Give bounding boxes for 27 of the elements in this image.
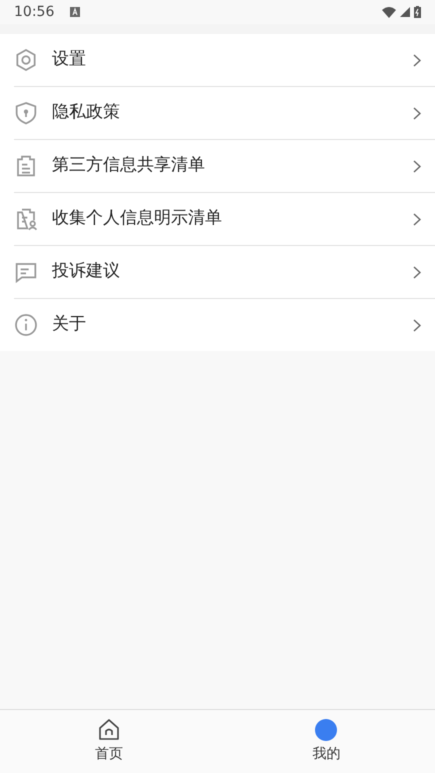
tab[interactable]: 我的 <box>218 710 435 773</box>
clipboard-person-icon <box>14 207 38 231</box>
settings-icon <box>14 48 38 72</box>
chevron-right-icon <box>413 318 421 332</box>
menu-item[interactable]: 第三方信息共享清单 <box>0 140 435 192</box>
tab[interactable]: 首页 <box>0 710 218 773</box>
chevron-right-icon <box>413 106 421 120</box>
home-icon <box>96 718 121 742</box>
shield-icon <box>14 101 38 125</box>
chevron-right-icon <box>413 212 421 226</box>
chevron-right-icon <box>413 54 421 66</box>
menu-item[interactable]: 收集个人信息明示清单 <box>0 193 435 245</box>
chevron-right-icon <box>413 266 421 278</box>
menu-item[interactable]: 设置 <box>0 34 435 86</box>
info-icon <box>14 313 38 337</box>
menu-item[interactable]: 隐私政策 <box>0 87 435 139</box>
battery-icon <box>414 6 421 18</box>
chevron-right-icon <box>413 160 421 172</box>
status-time: 10:56 <box>14 2 54 22</box>
signal-icon <box>400 7 410 17</box>
menu-item[interactable]: 投诉建议 <box>0 246 435 298</box>
clipboard-icon <box>14 154 38 178</box>
keyboard-icon <box>70 7 80 17</box>
menu-item[interactable]: 关于 <box>0 299 435 351</box>
profile-icon <box>314 718 338 742</box>
message-icon <box>14 260 38 284</box>
wifi-icon <box>382 6 396 18</box>
